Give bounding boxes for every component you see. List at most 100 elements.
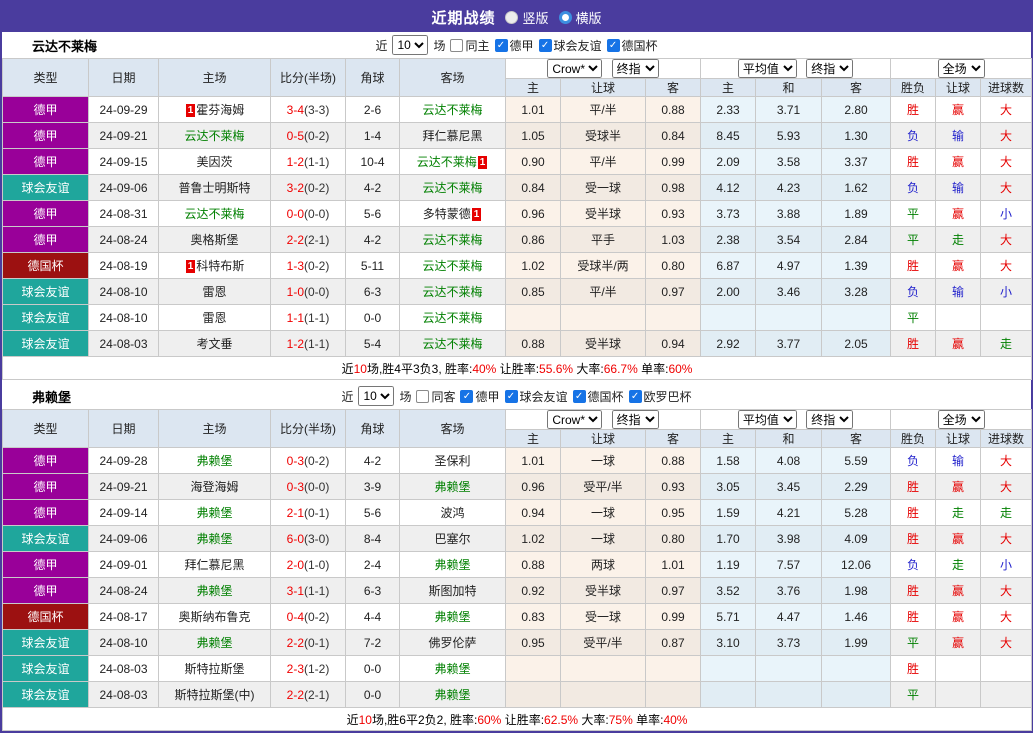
average-odds: 4.09 [822,526,891,552]
scope-select[interactable]: 全场 [938,410,985,429]
result-mark: 赢 [936,97,981,123]
handicap-odds: 0.95 [506,630,561,656]
radio-selected-icon [505,11,518,24]
avg-source-select[interactable]: 平均值 [738,59,797,78]
layout-radio-vertical[interactable]: 竖版 [505,8,548,27]
handicap-odds: 1.02 [506,253,561,279]
team-name: 圣保利 [434,454,470,468]
checkbox-label: 球会友谊 [520,388,568,405]
games-label: 场 [399,388,411,405]
subcol-avg-draw: 和 [756,430,822,448]
handicap-odds: 受球半 [561,123,646,149]
avg-final-select[interactable]: 终指 [806,59,853,78]
team-name: 霍芬海姆 [196,103,244,117]
result-mark [981,656,1032,682]
league-checkbox[interactable]: ✓球会友谊 [505,388,568,405]
team-section-freiburg: 弗赖堡 近 10 场 同客 ✓德甲✓球会友谊✓德国杯✓欧罗巴杯 类型 [2,383,1031,731]
result-mark [981,305,1032,331]
average-odds: 3.54 [756,227,822,253]
team-name: 云达不莱梅 [417,155,477,169]
full-score: 6-0 [287,532,304,546]
odds-final-select[interactable]: 终指 [612,59,659,78]
scope-select[interactable]: 全场 [938,59,985,78]
recent-count-select[interactable]: 10 [392,35,428,55]
team-name: 弗赖堡 [196,454,232,468]
average-odds: 3.05 [701,474,756,500]
league-checkbox[interactable]: ✓德甲 [495,37,534,54]
league-badge: 球会友谊 [3,682,89,708]
match-row: 德甲24-09-291霍芬海姆3-4(3-3)2-6云达不莱梅1.01平/半0.… [3,97,1032,123]
league-checkbox[interactable]: ✓球会友谊 [539,37,602,54]
checkbox-label: 球会友谊 [554,37,602,54]
match-date: 24-08-10 [89,630,159,656]
avg-final-select[interactable]: 终指 [806,410,853,429]
handicap-odds [646,656,701,682]
handicap-odds: 1.01 [506,97,561,123]
team-name: 云达不莱梅 [422,259,482,273]
matches-table-bremen: 类型 日期 主场 比分(半场) 角球 客场 Crow* 终指 平均值 终指 [2,58,1032,380]
full-score: 3-1 [287,584,304,598]
odds-source-select[interactable]: Crow* [547,410,602,429]
home-team-cell: 海登海姆 [159,474,271,500]
same-venue-checkbox[interactable]: 同主 [450,37,489,54]
layout-radio-horizontal[interactable]: 横版 [559,8,602,27]
result-mark: 赢 [936,331,981,357]
result-mark: 负 [891,552,936,578]
odds-source-select[interactable]: Crow* [547,59,602,78]
result-mark: 大 [981,97,1032,123]
avg-source-select[interactable]: 平均值 [738,410,797,429]
match-score: 1-2(1-1) [271,331,346,357]
recent-count-select[interactable]: 10 [358,386,394,406]
result-mark: 胜 [891,500,936,526]
match-score: 1-0(0-0) [271,279,346,305]
subcol-handicap-result: 让球 [936,79,981,97]
corner-score: 5-4 [346,331,400,357]
away-team-cell: 云达不莱梅 [400,279,506,305]
match-score: 2-1(0-1) [271,500,346,526]
league-checkbox[interactable]: ✓德国杯 [607,37,658,54]
col-header-score: 比分(半场) [271,59,346,97]
match-row: 德甲24-09-21云达不莱梅0-5(0-2)1-4拜仁慕尼黑1.05受球半0.… [3,123,1032,149]
team-name: 弗赖堡 [196,584,232,598]
half-score: (2-1) [304,688,329,702]
league-checkbox[interactable]: ✓欧罗巴杯 [629,388,692,405]
match-score: 0-5(0-2) [271,123,346,149]
result-mark: 赢 [936,578,981,604]
subcol-avg-away: 客 [822,430,891,448]
handicap-odds: 受一球 [561,604,646,630]
average-odds: 3.88 [756,201,822,227]
corner-score: 5-6 [346,201,400,227]
average-odds: 5.59 [822,448,891,474]
radio-label: 横版 [576,8,602,27]
away-team-cell: 巴塞尔 [400,526,506,552]
match-score: 1-1(1-1) [271,305,346,331]
league-checkbox[interactable]: ✓德国杯 [573,388,624,405]
away-team-cell: 斯图加特 [400,578,506,604]
average-odds [822,305,891,331]
summary-part: 62.5% [544,713,578,727]
checkbox-icon: ✓ [573,390,586,403]
league-checkbox[interactable]: ✓德甲 [460,388,499,405]
match-score: 0-3(0-0) [271,474,346,500]
team-name: 奥格斯堡 [190,233,238,247]
away-team-cell: 拜仁慕尼黑 [400,123,506,149]
home-team-cell: 1霍芬海姆 [159,97,271,123]
matches-table-freiburg: 类型 日期 主场 比分(半场) 角球 客场 Crow* 终指 平均值 终指 [2,409,1032,731]
full-score: 2-0 [287,558,304,572]
same-venue-checkbox[interactable]: 同客 [416,388,455,405]
match-score: 1-2(1-1) [271,149,346,175]
full-score: 0-3 [287,454,304,468]
average-odds [701,305,756,331]
half-score: (1-1) [304,337,329,351]
average-odds: 5.71 [701,604,756,630]
result-mark: 平 [891,305,936,331]
subcol-home-odds: 主 [506,79,561,97]
summary-part: 大率: [573,362,604,376]
full-score: 1-0 [287,285,304,299]
odds-final-select[interactable]: 终指 [612,410,659,429]
subcol-result: 胜负 [891,79,936,97]
average-odds: 2.33 [701,97,756,123]
filter-controls: 近 10 场 同主 ✓德甲✓球会友谊✓德国杯 [375,35,657,55]
match-row: 德甲24-09-28弗赖堡0-3(0-2)4-2圣保利1.01一球0.881.5… [3,448,1032,474]
full-score: 2-2 [287,636,304,650]
